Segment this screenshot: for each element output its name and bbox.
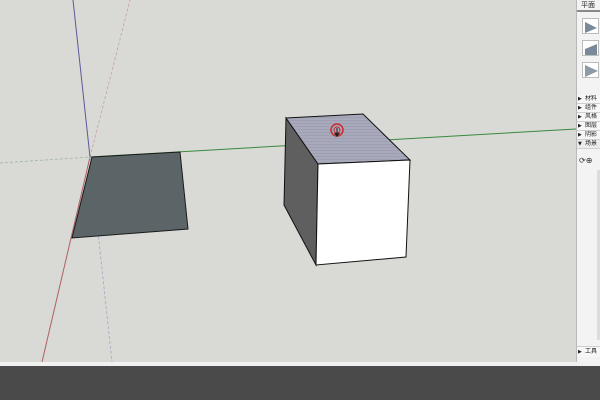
refresh-icon[interactable]: ⟳ [579, 156, 586, 165]
box-front-face[interactable] [315, 159, 411, 266]
expand-arrow-icon: ▶ [578, 132, 582, 138]
taskbar [0, 366, 600, 400]
tray-title: 平面 [581, 1, 595, 9]
red-axis-dashed [89, 0, 131, 158]
style-thumbnail-3[interactable] [582, 62, 599, 78]
style-thumbnail-2[interactable] [582, 40, 599, 56]
tray-panel-tools[interactable]: ▶ 工具 [577, 346, 600, 357]
expand-arrow-icon: ▶ [578, 114, 582, 120]
tray-panel-layers[interactable]: ▶ 图层 [577, 122, 600, 131]
expand-arrow-icon: ▶ [578, 96, 582, 102]
tray-divider [577, 10, 600, 12]
expand-arrow-icon: ▶ [578, 349, 582, 355]
blue-axis [72, 0, 91, 158]
tray-panel-scenes[interactable]: ▼ 场景 [577, 140, 600, 149]
tray-panel-materials[interactable]: ▶ 材料 [577, 95, 600, 104]
green-axis-dashed [0, 156, 91, 164]
selected-face[interactable] [71, 151, 189, 239]
red-axis [41, 156, 91, 362]
default-tray: 平面 ▶ 材料 ▶ 组件 ▶ 风格 ▶ 图层 ▶ 阴影 ▼ 场景 ⟳⊕ ▶ 工具 [576, 0, 600, 362]
scene-toolbar: ⟳⊕ [577, 155, 600, 167]
scene-canvas[interactable] [0, 0, 576, 362]
tray-panel-shadows[interactable]: ▶ 阴影 [577, 131, 600, 140]
expand-arrow-icon: ▶ [578, 123, 582, 129]
expand-arrow-icon: ▶ [578, 105, 582, 111]
add-scene-icon[interactable]: ⊕ [586, 156, 593, 165]
tray-panel-styles[interactable]: ▶ 风格 [577, 113, 600, 122]
collapse-arrow-icon: ▼ [578, 141, 582, 147]
modeling-viewport[interactable] [0, 0, 576, 362]
tray-panel-components[interactable]: ▶ 组件 [577, 104, 600, 113]
style-thumbnail-1[interactable] [582, 18, 599, 34]
